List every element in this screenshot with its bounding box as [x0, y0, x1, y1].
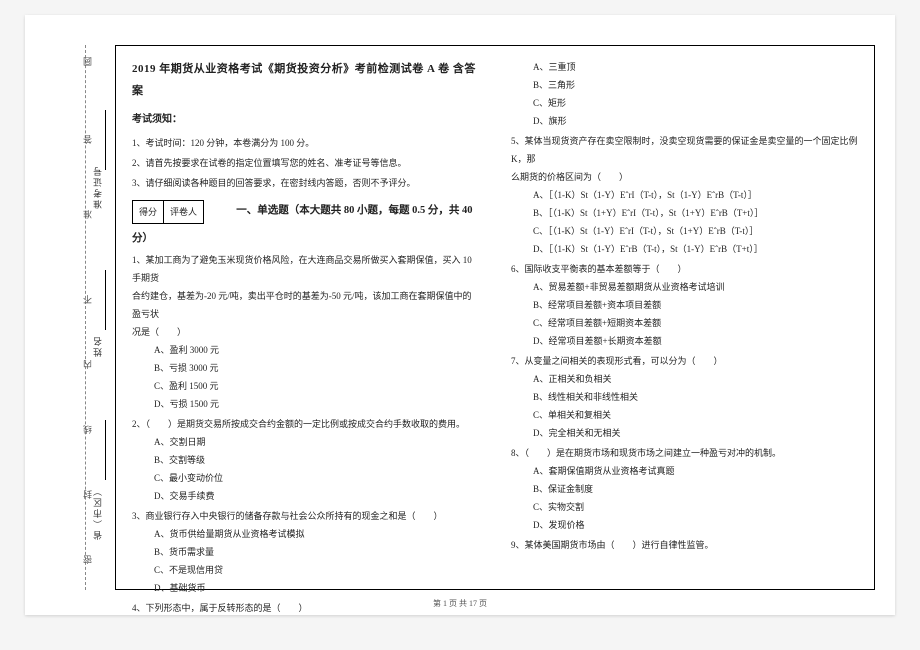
option: D、交易手续费: [132, 487, 479, 505]
binding-dashed-line: [85, 45, 86, 590]
option: B、［（1-K）St（1+Y）EˆrI（T-t），St（1+Y）EˆrB（T+t…: [511, 204, 858, 222]
question-5: 5、某体当现货资产存在卖空限制时，没卖空现货需要的保证金是卖空量的一个固定比例 …: [511, 132, 858, 258]
option: A、贸易差额+非贸易差额期货从业资格考试培训: [511, 278, 858, 296]
option: D、发现价格: [511, 516, 858, 534]
field-line: [105, 420, 106, 480]
option: C、单相关和复相关: [511, 406, 858, 424]
option: B、保证金制度: [511, 480, 858, 498]
field-province: 省（市区）: [91, 485, 104, 540]
option: A、［（1-K）St（1-Y）EˆrI（T-t），St（1-Y）EˆrB（T-t…: [511, 186, 858, 204]
q-stem: 合约建仓，基差为-20 元/吨，卖出平仓时的基差为-50 元/吨，该加工商在套期…: [132, 287, 479, 323]
q-stem: 6、国际收支平衡表的基本差额等于（ ）: [511, 260, 858, 278]
q-stem: 1、某加工商为了避免玉米现货价格风险，在大连商品交易所做买入套期保值，买入 10…: [132, 251, 479, 287]
option: B、三角形: [511, 76, 858, 94]
option: D、经常项目差额+长期资本差额: [511, 332, 858, 350]
gutter-char: 线: [81, 425, 94, 434]
gutter-char: 不: [81, 295, 94, 304]
option: A、正相关和负相关: [511, 370, 858, 388]
option: B、线性相关和非线性相关: [511, 388, 858, 406]
option: C、实物交割: [511, 498, 858, 516]
q-stem: 2、（ ）是期货交易所按成交合约金额的一定比例或按成交合约手数收取的费用。: [132, 415, 479, 433]
option: C、矩形: [511, 94, 858, 112]
gutter-char: 内: [81, 360, 94, 369]
option: A、三重顶: [511, 58, 858, 76]
field-line: [105, 270, 106, 330]
score-box: 得分 评卷人: [132, 200, 204, 224]
option: C、盈利 1500 元: [132, 377, 479, 395]
option: A、货币供给量期货从业资格考试模拟: [132, 525, 479, 543]
q-stem: 3、商业银行存入中央银行的储备存款与社会公众所持有的现金之和是（ ）: [132, 507, 479, 525]
gutter-char: 密: [81, 555, 94, 564]
option: B、货币需求量: [132, 543, 479, 561]
option: D、旗形: [511, 112, 858, 130]
option: D、完全相关和无相关: [511, 424, 858, 442]
option: B、交割等级: [132, 451, 479, 469]
option: B、亏损 3000 元: [132, 359, 479, 377]
question-2: 2、（ ）是期货交易所按成交合约金额的一定比例或按成交合约手数收取的费用。 A、…: [132, 415, 479, 505]
q-stem: 8、（ ）是在期货市场和现货市场之间建立一种盈亏对冲的机制。: [511, 444, 858, 462]
exam-title: 2019 年期货从业资格考试《期货投资分析》考前检测试卷 A 卷 含答案: [132, 58, 479, 102]
notice-heading: 考试须知：: [132, 110, 479, 130]
q-stem: 7、从变量之间相关的表现形式看，可以分为（ ）: [511, 352, 858, 370]
column-right: A、三重顶 B、三角形 C、矩形 D、旗形 5、某体当现货资产存在卖空限制时，没…: [495, 46, 874, 589]
gutter-char: 圆: [81, 57, 94, 66]
gutter-char: 答: [81, 135, 94, 144]
q-stem: 9、某体美国期货市场由（ ）进行自律性监管。: [511, 536, 858, 554]
option: A、盈利 3000 元: [132, 341, 479, 359]
instruction-line: 1、考试时间：120 分钟，本卷满分为 100 分。: [132, 134, 479, 152]
content-frame: 2019 年期货从业资格考试《期货投资分析》考前检测试卷 A 卷 含答案 考试须…: [115, 45, 875, 590]
grader-label: 评卷人: [164, 201, 203, 223]
field-admission-no: 准考证号: [91, 165, 104, 209]
question-1: 1、某加工商为了避免玉米现货价格风险，在大连商品交易所做买入套期保值，买入 10…: [132, 251, 479, 413]
question-9: 9、某体美国期货市场由（ ）进行自律性监管。: [511, 536, 858, 554]
question-3: 3、商业银行存入中央银行的储备存款与社会公众所持有的现金之和是（ ） A、货币供…: [132, 507, 479, 597]
page-footer: 第 1 页 共 17 页: [25, 598, 895, 609]
score-row: 得分 评卷人 一、单选题（本大题共 80 小题，每题 0.5 分，共 40 分）: [132, 194, 479, 249]
q-stem: 么期货的价格区间为（ ）: [511, 168, 858, 186]
question-8: 8、（ ）是在期货市场和现货市场之间建立一种盈亏对冲的机制。 A、套期保值期货从…: [511, 444, 858, 534]
option: C、最小变动价位: [132, 469, 479, 487]
gutter-char: 准: [81, 210, 94, 219]
two-column-layout: 2019 年期货从业资格考试《期货投资分析》考前检测试卷 A 卷 含答案 考试须…: [116, 46, 874, 589]
column-left: 2019 年期货从业资格考试《期货投资分析》考前检测试卷 A 卷 含答案 考试须…: [116, 46, 495, 589]
option: A、交割日期: [132, 433, 479, 451]
field-line: [105, 110, 106, 170]
instruction-line: 3、请仔细阅读各种题目的回答要求，在密封线内答题，否则不予评分。: [132, 174, 479, 192]
option: C、不是现信用贷: [132, 561, 479, 579]
question-7: 7、从变量之间相关的表现形式看，可以分为（ ） A、正相关和负相关 B、线性相关…: [511, 352, 858, 442]
question-6: 6、国际收支平衡表的基本差额等于（ ） A、贸易差额+非贸易差额期货从业资格考试…: [511, 260, 858, 350]
option: C、经常项目差额+短期资本差额: [511, 314, 858, 332]
q-stem: 5、某体当现货资产存在卖空限制时，没卖空现货需要的保证金是卖空量的一个固定比例 …: [511, 132, 858, 168]
score-label: 得分: [133, 201, 164, 223]
option: C、［（1-K）St（1-Y）EˆrI（T-t），St（1+Y）EˆrB（T-t…: [511, 222, 858, 240]
option: B、经常项目差额+资本项目差额: [511, 296, 858, 314]
option: D、基础货币: [132, 579, 479, 597]
option: D、亏损 1500 元: [132, 395, 479, 413]
exam-page: 圆 答 准 不 内 线 封 密 准考证号 姓名 省（市区） 2019 年期货从业…: [25, 15, 895, 615]
instruction-line: 2、请首先按要求在试卷的指定位置填写您的姓名、准考证号等信息。: [132, 154, 479, 172]
option: D、［（1-K）St（1-Y）EˆrB（T-t），St（1-Y）EˆrB（T+t…: [511, 240, 858, 258]
q-stem: 况是（ ）: [132, 323, 479, 341]
field-name: 姓名: [91, 335, 104, 357]
option: A、套期保值期货从业资格考试真题: [511, 462, 858, 480]
